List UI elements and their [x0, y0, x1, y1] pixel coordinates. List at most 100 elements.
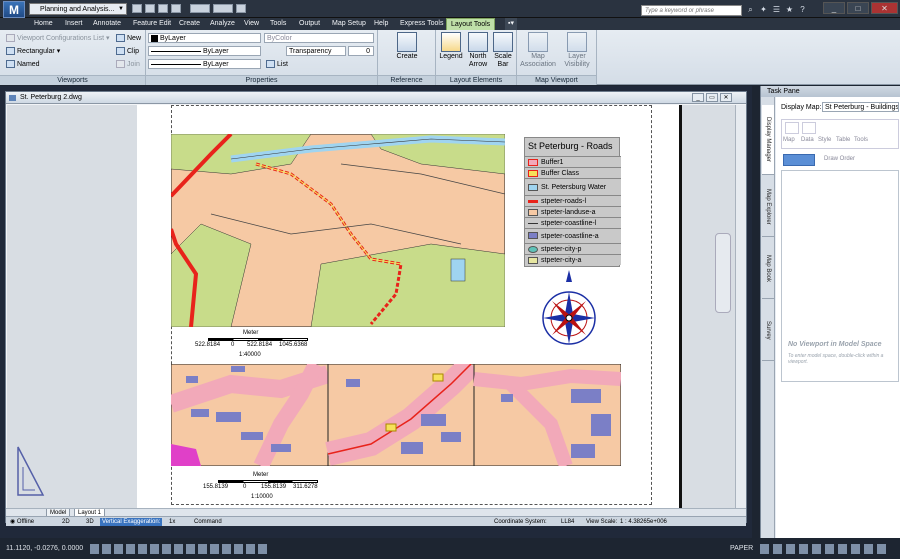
north-arrow-button[interactable]: North Arrow	[466, 32, 490, 69]
save-icon[interactable]	[158, 4, 168, 13]
minimize-button[interactable]: _	[823, 2, 845, 14]
scale-bar-button[interactable]: Scale Bar	[492, 32, 514, 69]
tab-annotate[interactable]: Annotate	[93, 18, 121, 30]
tab-help[interactable]: Help	[374, 18, 388, 30]
help-icon[interactable]: ?	[797, 5, 808, 15]
drawing-canvas[interactable]: St Peterburg - Roads Buffer1 Buffer Clas…	[7, 105, 735, 508]
drawing-restore-button[interactable]: ▭	[706, 93, 718, 102]
tab-view[interactable]: View	[244, 18, 259, 30]
new-viewport-button[interactable]: New	[116, 34, 141, 43]
paper-model-toggle[interactable]: PAPER	[730, 545, 753, 552]
detail-viewports[interactable]	[171, 364, 621, 466]
tab-analyze[interactable]: Analyze	[210, 18, 235, 30]
view-2d-button[interactable]: 2D	[62, 518, 70, 526]
vertical-exaggeration-select[interactable]: 1x	[169, 518, 175, 526]
legend-button[interactable]: Legend	[438, 32, 464, 61]
more-icon[interactable]	[236, 4, 246, 13]
offline-status[interactable]: ◉ Offline	[10, 518, 34, 526]
tab-home[interactable]: Home	[34, 18, 53, 30]
tools-icon[interactable]	[855, 122, 869, 134]
redo-icon[interactable]	[213, 4, 233, 13]
clip-button[interactable]: Clip	[116, 47, 139, 56]
navigation-bar[interactable]	[715, 233, 731, 313]
coordinates-readout[interactable]: 11.1120, -0.0276, 0.0000	[6, 545, 83, 552]
view-scale-value[interactable]: 1 : 4.38265e+006	[620, 518, 667, 526]
coordinate-system-label: Coordinate System:	[494, 519, 547, 525]
create-reference-button[interactable]: Create	[395, 32, 419, 61]
tab-map-explorer[interactable]: Map Explorer	[762, 177, 774, 237]
drawing-close-button[interactable]: ✕	[720, 93, 732, 102]
tab-survey[interactable]: Survey	[762, 301, 774, 361]
workspace-selector[interactable]: Planning and Analysis... ▼	[29, 3, 127, 15]
scale-bar-top[interactable]: Meter 522.8184 0 522.8184 1045.6368 1:40…	[173, 330, 343, 360]
workspace-label: Planning and Analysis...	[40, 6, 115, 13]
command-button[interactable]: Command	[194, 518, 222, 526]
list-button[interactable]: List	[266, 60, 288, 69]
join-button[interactable]: Join	[116, 60, 140, 69]
plotstyle-combo[interactable]: ByColor	[264, 33, 374, 43]
tab-express-tools[interactable]: Express Tools	[400, 18, 443, 30]
subscription-icon[interactable]: ✦	[758, 5, 769, 15]
map-viewport-panel-label: Map Viewport	[517, 75, 596, 85]
linetype-combo[interactable]: ByLayer	[148, 46, 261, 56]
scale-bar-bottom[interactable]: Meter 155.8139 0 155.8139 311.6278 1:100…	[173, 472, 343, 502]
lineweight-combo[interactable]: ByLayer	[148, 59, 261, 69]
transparency-combo[interactable]: Transparency	[286, 46, 346, 56]
drawing-area: St. Peterburg 2.dwg _ ▭ ✕ St Peterburg -…	[0, 86, 752, 538]
data-icon[interactable]	[802, 122, 816, 134]
search-icon[interactable]: ⌕	[745, 5, 756, 15]
tab-output[interactable]: Output	[299, 18, 320, 30]
close-button[interactable]: ✕	[871, 2, 898, 14]
viewport-config-list[interactable]: Viewport Configurations List ▾	[6, 34, 110, 43]
maximize-button[interactable]: □	[847, 2, 869, 14]
tab-feature-edit[interactable]: Feature Edit	[133, 18, 171, 30]
style-icon[interactable]	[819, 122, 833, 134]
rectangular-button[interactable]: Rectangular ▾	[6, 47, 60, 56]
communication-icon[interactable]: ☰	[771, 5, 782, 15]
main-viewport-map[interactable]	[171, 134, 505, 327]
color-combo[interactable]: ByLayer	[148, 33, 261, 43]
title-bar: M Planning and Analysis... ▼ Type a keywo…	[0, 0, 900, 18]
open-icon[interactable]	[145, 4, 155, 13]
chevron-down-icon: ▼	[118, 6, 124, 12]
legend-title: St Peterburg - Roads	[528, 141, 613, 151]
tab-display-manager[interactable]: Display Manager	[762, 105, 774, 175]
tab-tools[interactable]: Tools	[270, 18, 286, 30]
map-icon[interactable]	[785, 122, 799, 134]
tab-map-book[interactable]: Map Book	[762, 239, 774, 299]
map-legend[interactable]: St Peterburg - Roads Buffer1 Buffer Clas…	[524, 137, 621, 267]
scale-unit: Meter	[243, 330, 259, 336]
new-icon[interactable]	[132, 4, 142, 13]
drawing-title-bar: St. Peterburg 2.dwg	[6, 92, 746, 104]
north-arrow-icon[interactable]	[540, 270, 598, 350]
table-icon[interactable]	[837, 122, 851, 134]
north-arrow-icon	[468, 32, 488, 52]
status-tray-icons[interactable]	[760, 544, 890, 554]
print-icon[interactable]	[171, 4, 181, 13]
named-button[interactable]: Named	[6, 60, 40, 69]
tab-insert[interactable]: Insert	[65, 18, 83, 30]
coordinate-system-value[interactable]: LL84	[561, 518, 574, 526]
undo-icon[interactable]	[190, 4, 210, 13]
display-map-select[interactable]: St Peterburg - Buildings	[822, 102, 899, 112]
view-3d-button[interactable]: 3D	[86, 518, 94, 526]
search-input[interactable]: Type a keyword or phrase	[641, 5, 742, 16]
draw-order-button[interactable]: Draw Order	[824, 156, 855, 162]
legend-item: stpeter-city-p	[525, 243, 621, 254]
tab-layout-tools[interactable]: Layout Tools	[446, 18, 496, 30]
properties-panel-label: Properties	[146, 75, 377, 85]
tab-map-setup[interactable]: Map Setup	[332, 18, 366, 30]
app-logo[interactable]: M	[3, 1, 25, 18]
star-icon[interactable]: ★	[784, 5, 795, 15]
drafting-toggles[interactable]	[90, 544, 270, 554]
tab-create[interactable]: Create	[179, 18, 200, 30]
layer-visibility-button[interactable]: Layer Visibility	[559, 32, 595, 69]
vertical-scrollbar[interactable]	[735, 105, 746, 508]
map-association-button[interactable]: Map Association	[519, 32, 557, 69]
tab-overflow-icon[interactable]: ▪▾	[505, 18, 517, 30]
layer-view-button[interactable]	[783, 154, 815, 166]
drawing-minimize-button[interactable]: _	[692, 93, 704, 102]
scale-tick-label: 155.8139	[261, 484, 287, 490]
transparency-value[interactable]: 0	[348, 46, 374, 56]
tool-label: Style	[818, 137, 832, 143]
